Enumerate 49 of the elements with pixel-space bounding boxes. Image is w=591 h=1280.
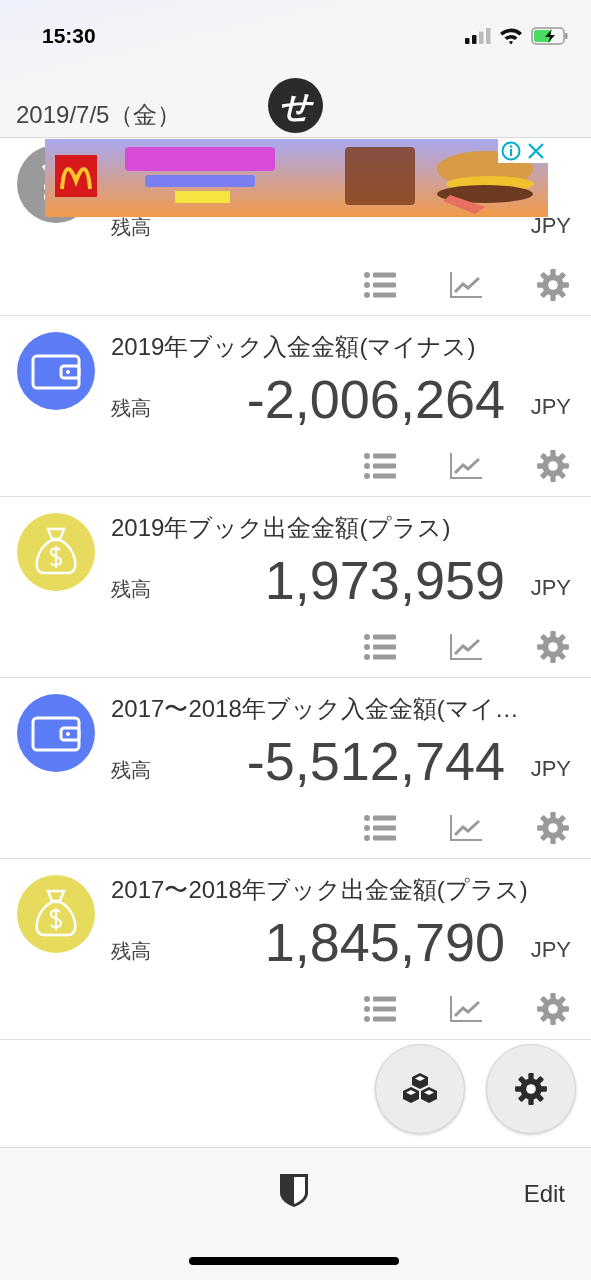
wallet-icon [17, 694, 95, 772]
list-icon[interactable] [364, 634, 396, 660]
account-title: 2019年ブック出金金額(プラス) [111, 513, 452, 543]
settings-icon[interactable] [536, 630, 570, 664]
balance-amount: -5,512,744 [245, 731, 505, 791]
app-logo: せ [268, 78, 323, 133]
list-icon[interactable] [364, 815, 396, 841]
account-title: 2017〜2018年ブック出金金額(プラス) [111, 875, 529, 905]
balance-amount: 1,845,790 [263, 912, 505, 972]
list-icon[interactable] [364, 996, 396, 1022]
list-icon[interactable] [364, 453, 396, 479]
balance-amount: -2,006,264 [245, 369, 505, 429]
status-time: 15:30 [42, 23, 96, 50]
line-chart-icon[interactable] [450, 453, 482, 479]
settings-icon[interactable] [536, 268, 570, 302]
line-chart-icon[interactable] [450, 634, 482, 660]
wifi-icon [499, 27, 523, 45]
line-chart-icon[interactable] [450, 996, 482, 1022]
settings-icon[interactable] [536, 811, 570, 845]
account-title: 2017〜2018年ブック入金金額(マイ… [111, 694, 520, 724]
line-chart-icon[interactable] [450, 815, 482, 841]
close-icon[interactable] [527, 142, 545, 160]
balance-label: 残高 [111, 396, 151, 421]
balance-label: 残高 [111, 939, 151, 964]
balance-label: 残高 [111, 758, 151, 783]
date-label: 2019/7/5（金） [16, 100, 182, 130]
currency-label: JPY [529, 936, 571, 964]
edit-button[interactable]: Edit [523, 1176, 565, 1212]
money-bag-icon [17, 875, 95, 953]
line-chart-icon[interactable] [450, 272, 482, 298]
settings-icon [514, 1072, 548, 1106]
currency-label: JPY [529, 755, 571, 783]
money-bag-icon [17, 513, 95, 591]
shield-icon[interactable] [279, 1173, 309, 1208]
battery-icon [531, 27, 569, 45]
settings-icon[interactable] [536, 992, 570, 1026]
currency-label: JPY [529, 393, 571, 421]
signal-icon [465, 28, 491, 44]
settings-icon[interactable] [536, 449, 570, 483]
balance-amount: 1,973,959 [263, 550, 505, 610]
currency-label: JPY [529, 212, 571, 240]
wallet-icon [17, 332, 95, 410]
list-icon[interactable] [364, 272, 396, 298]
account-title: 2019年ブック入金金額(マイナス) [111, 332, 477, 362]
balance-label: 残高 [111, 577, 151, 602]
currency-label: JPY [529, 574, 571, 602]
balance-label: 残高 [111, 215, 151, 240]
info-icon[interactable] [501, 141, 521, 161]
cubes-icon [400, 1072, 440, 1106]
